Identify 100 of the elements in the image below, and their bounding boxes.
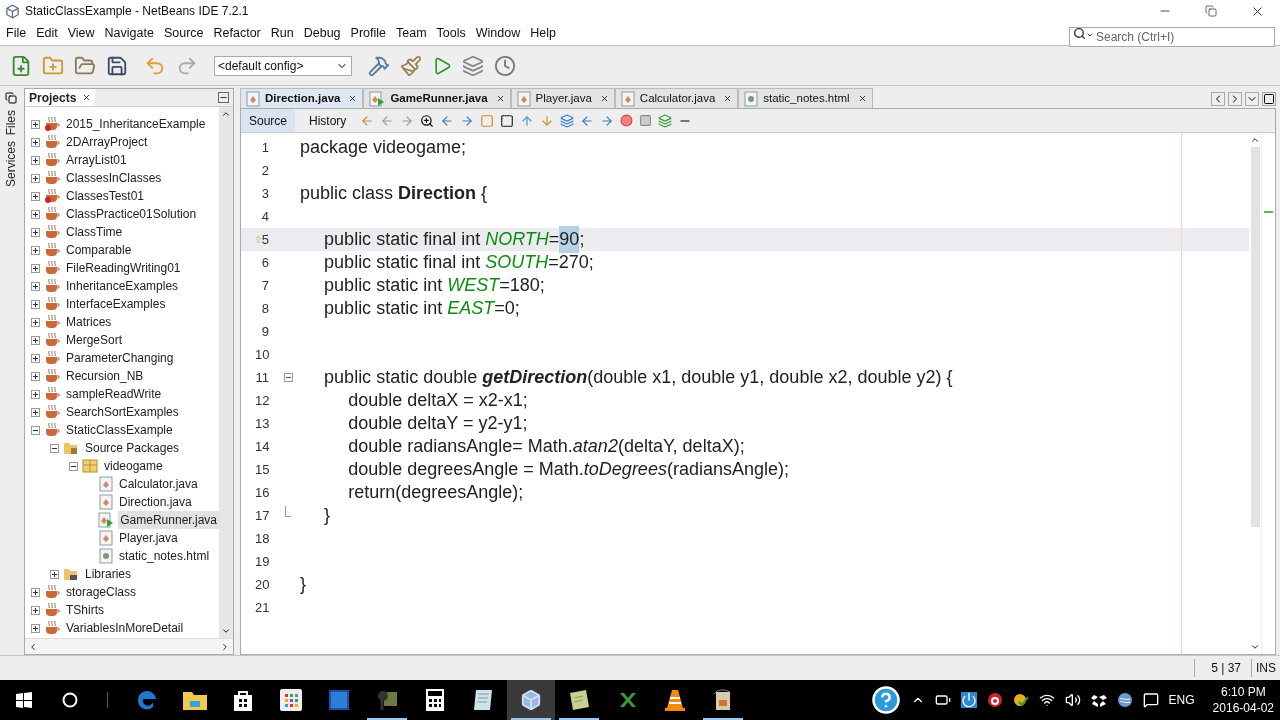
folder-icon[interactable] bbox=[182, 689, 208, 711]
close-icon[interactable] bbox=[82, 93, 92, 102]
tree-item[interactable]: SearchSortExamples bbox=[64, 403, 181, 421]
tree-item[interactable]: ArrayList01 bbox=[64, 151, 129, 169]
menu-item[interactable]: Navigate bbox=[99, 24, 159, 43]
tree-item[interactable]: MergeSort bbox=[64, 331, 125, 349]
apps-grid-icon[interactable] bbox=[279, 688, 303, 712]
tree-item[interactable]: 2DArrayProject bbox=[64, 133, 150, 151]
menu-item[interactable]: Help bbox=[525, 24, 561, 43]
expand-toggle[interactable] bbox=[31, 263, 40, 273]
cube-app-icon[interactable] bbox=[520, 689, 542, 711]
tree-item[interactable]: Matrices bbox=[64, 313, 114, 331]
tree-item[interactable]: InheritanceExamples bbox=[64, 277, 181, 295]
tree-item[interactable]: Player.java bbox=[117, 529, 180, 547]
expand-toggle[interactable] bbox=[31, 623, 40, 633]
hammer-icon[interactable] bbox=[368, 54, 390, 77]
tree-item[interactable]: ParameterChanging bbox=[64, 349, 176, 367]
previous-icon[interactable] bbox=[440, 113, 455, 128]
tree-item[interactable]: Recursion_NB bbox=[64, 367, 146, 385]
expand-toggle[interactable] bbox=[31, 587, 40, 597]
expand-toggle[interactable] bbox=[31, 281, 40, 291]
scroll-down-icon[interactable] bbox=[1250, 642, 1260, 652]
expand-toggle[interactable] bbox=[31, 227, 40, 237]
expand-toggle[interactable] bbox=[31, 353, 40, 363]
new-file-icon[interactable] bbox=[10, 54, 32, 77]
start-icon[interactable] bbox=[16, 692, 32, 708]
photo-editor-icon[interactable] bbox=[328, 689, 350, 711]
expand-toggle[interactable] bbox=[31, 245, 40, 255]
fold-toggle[interactable] bbox=[283, 373, 293, 382]
battery-icon[interactable] bbox=[934, 692, 951, 708]
expand-toggle[interactable] bbox=[31, 209, 40, 219]
tree-item[interactable]: Calculator.java bbox=[117, 475, 200, 493]
editor-tab[interactable]: Calculator.java bbox=[614, 88, 739, 108]
selection-icon[interactable] bbox=[500, 113, 515, 128]
menu-item[interactable]: Tools bbox=[431, 24, 471, 43]
editor-tab[interactable]: Direction.java bbox=[240, 88, 364, 108]
scroll-thumb[interactable] bbox=[1250, 147, 1260, 527]
expand-toggle[interactable] bbox=[31, 155, 40, 165]
tree-item[interactable]: Direction.java bbox=[117, 493, 194, 511]
horizontal-scrollbar[interactable] bbox=[25, 638, 233, 654]
scroll-right-icon[interactable] bbox=[1228, 92, 1242, 106]
help-icon[interactable] bbox=[870, 685, 901, 715]
shift-left-icon[interactable] bbox=[580, 113, 595, 128]
notes-app-icon[interactable] bbox=[568, 689, 590, 711]
search-icon[interactable] bbox=[420, 113, 435, 128]
menu-item[interactable]: Team bbox=[391, 24, 432, 43]
editor-tab[interactable]: Player.java bbox=[510, 88, 615, 108]
expand-toggle[interactable] bbox=[31, 173, 40, 183]
notifications-icon[interactable] bbox=[1142, 692, 1159, 708]
store-bag-icon[interactable] bbox=[232, 688, 254, 712]
scroll-left-icon[interactable] bbox=[28, 641, 38, 652]
run-icon[interactable] bbox=[432, 55, 452, 76]
minimize-icon[interactable] bbox=[218, 92, 229, 103]
check-badge-icon[interactable] bbox=[1012, 692, 1029, 708]
tree-item[interactable]: TShirts bbox=[64, 601, 106, 619]
panel-tab[interactable]: Projects bbox=[25, 89, 96, 106]
menu-item[interactable]: View bbox=[62, 24, 100, 43]
tree-item[interactable]: videogame bbox=[102, 457, 165, 475]
collapse-toggle[interactable] bbox=[31, 425, 40, 435]
expand-toggle[interactable] bbox=[31, 335, 40, 345]
tree-item[interactable]: ClassTime bbox=[64, 223, 125, 241]
tree-item[interactable]: GameRunner.java bbox=[118, 511, 219, 529]
save-all-icon[interactable] bbox=[106, 54, 128, 77]
wifi-icon[interactable] bbox=[1038, 692, 1055, 708]
tree-item[interactable]: sampleReadWrite bbox=[64, 385, 164, 403]
close-icon[interactable] bbox=[857, 94, 867, 103]
menu-item[interactable]: Window bbox=[470, 24, 526, 43]
collapse-toggle[interactable] bbox=[69, 461, 78, 471]
close-icon[interactable] bbox=[723, 94, 733, 103]
menu-item[interactable]: Source bbox=[158, 24, 209, 43]
power-icon[interactable] bbox=[960, 692, 977, 708]
expand-toggle[interactable] bbox=[31, 137, 40, 147]
expand-toggle[interactable] bbox=[31, 371, 40, 381]
tree-item[interactable]: InterfaceExamples bbox=[64, 295, 168, 313]
brush-icon[interactable] bbox=[400, 54, 422, 77]
tree-item[interactable]: ClassesInClasses bbox=[64, 169, 164, 187]
expand-toggle[interactable] bbox=[31, 407, 40, 417]
expand-toggle[interactable] bbox=[31, 191, 40, 201]
volume-icon[interactable] bbox=[1064, 692, 1081, 708]
editor-tab[interactable]: static_notes.html bbox=[738, 88, 873, 108]
menu-item[interactable]: File bbox=[1, 24, 32, 43]
tree-item[interactable]: ClassPractice01Solution bbox=[64, 205, 199, 223]
up-icon[interactable] bbox=[520, 113, 535, 128]
side-tab[interactable]: Services bbox=[2, 141, 20, 188]
language-indicator[interactable]: ENG bbox=[1168, 691, 1195, 709]
close-icon[interactable] bbox=[495, 94, 505, 103]
search-field[interactable]: Search (Ctrl+I) bbox=[1069, 26, 1275, 47]
clock-date[interactable]: 2016-04-02 bbox=[1212, 700, 1274, 716]
clock-time[interactable]: 6:10 PM bbox=[1220, 684, 1266, 700]
tree-item[interactable]: storageClass bbox=[64, 583, 139, 601]
scroll-down-icon[interactable] bbox=[221, 626, 231, 636]
stop-icon[interactable] bbox=[639, 114, 653, 127]
expand-toggle[interactable] bbox=[31, 389, 40, 399]
maximize-icon[interactable] bbox=[1262, 92, 1276, 106]
notepad-icon[interactable] bbox=[472, 688, 494, 712]
view-tab[interactable]: Source bbox=[241, 109, 296, 132]
browser-icon[interactable] bbox=[135, 688, 159, 712]
comment-icon[interactable] bbox=[658, 113, 673, 128]
menu-item[interactable]: Run bbox=[265, 24, 299, 43]
shift-right-icon[interactable] bbox=[600, 113, 615, 128]
